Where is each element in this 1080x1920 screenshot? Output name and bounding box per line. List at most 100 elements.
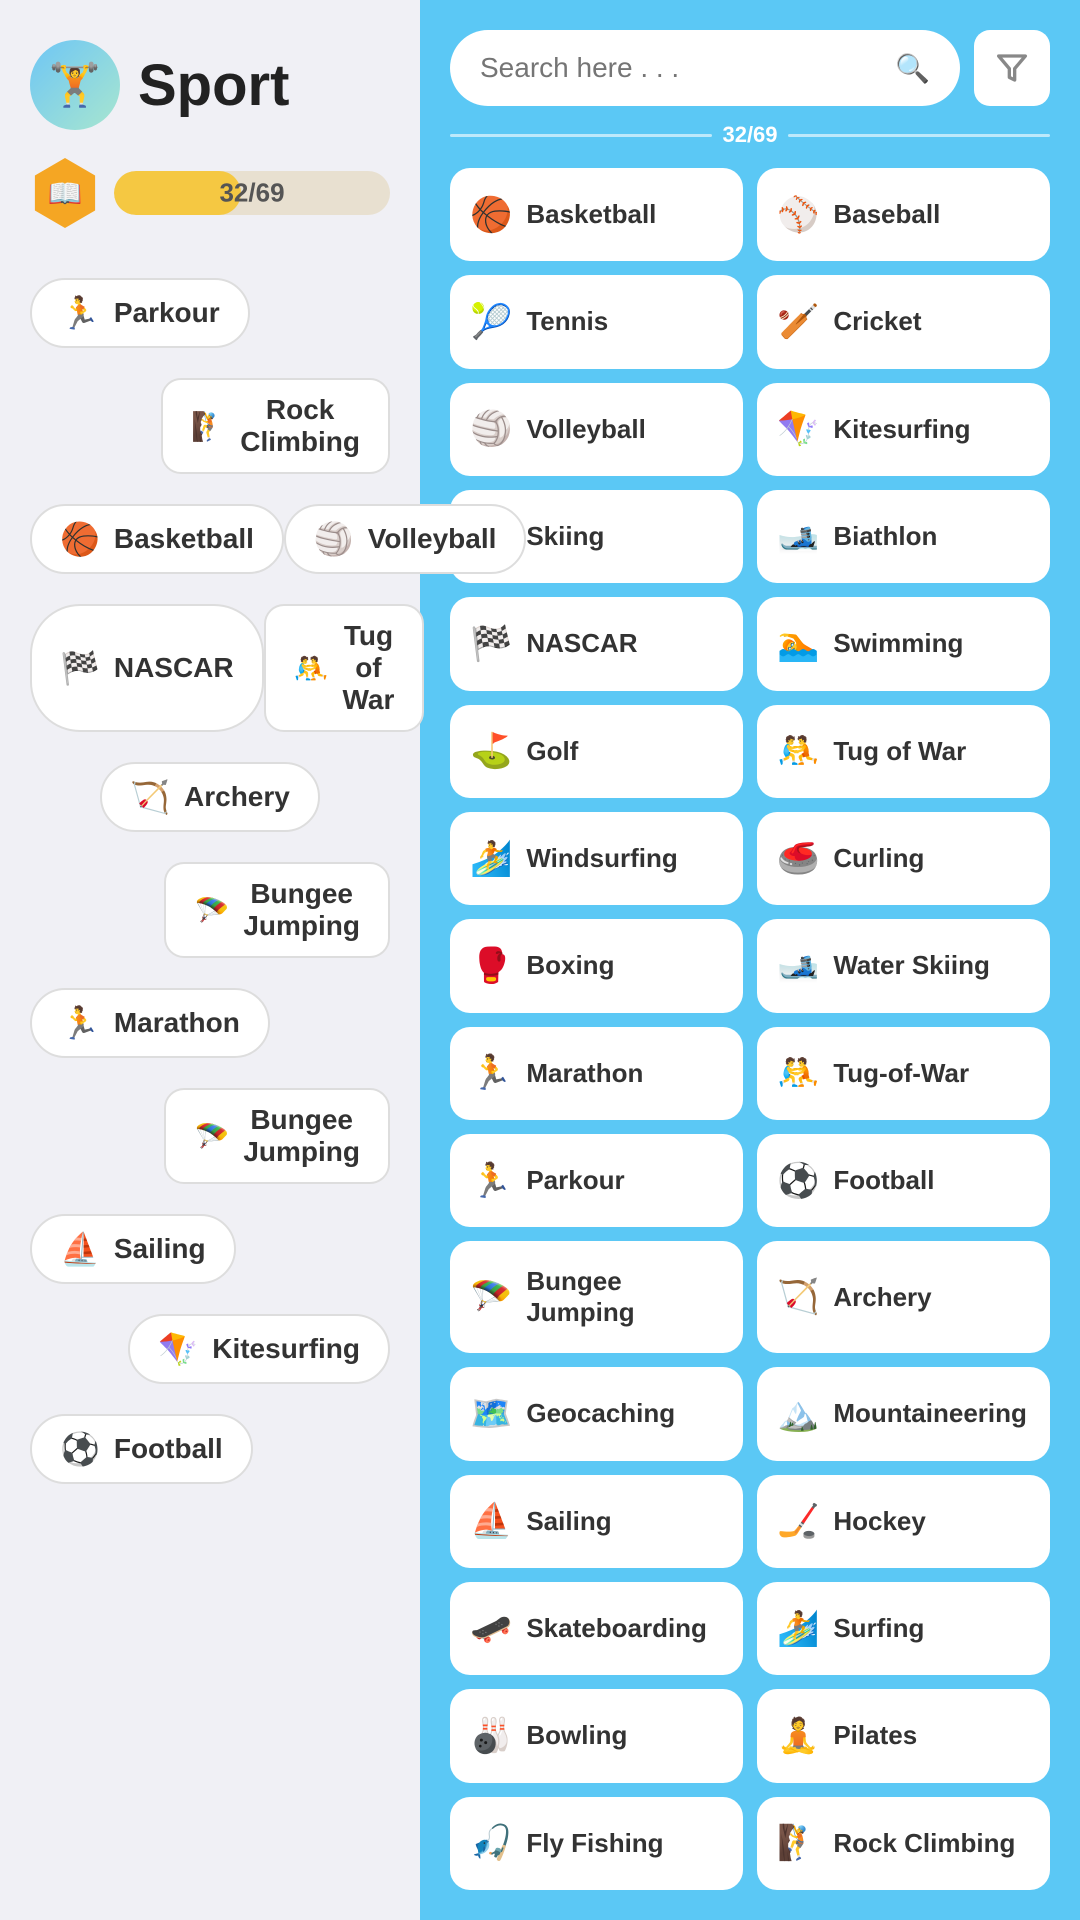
mountaineering-emoji: 🏔️ — [777, 1394, 819, 1434]
bungee-jumping-emoji: 🪂 — [470, 1277, 512, 1317]
rock-climbing-icon: 🧗 — [191, 410, 226, 443]
baseball-label: Baseball — [833, 199, 940, 230]
tug-of-war-label: Tug of War — [833, 736, 966, 767]
grid-item-kitesurfing[interactable]: 🪁Kitesurfing — [757, 383, 1050, 476]
rock-climbing-label: Rock Climbing — [833, 1828, 1015, 1859]
swimming-emoji: 🏊 — [777, 624, 819, 664]
grid-item-volleyball[interactable]: 🏐Volleyball — [450, 383, 743, 476]
grid-item-geocaching[interactable]: 🗺️ Geocaching — [450, 1367, 743, 1460]
left-item-marathon[interactable]: 🏃 Marathon — [30, 988, 270, 1058]
cricket-label: Cricket — [833, 306, 921, 337]
left-item-sailing[interactable]: ⛵ Sailing — [30, 1214, 236, 1284]
parkour-label: Parkour — [114, 297, 220, 329]
grid-item-skateboarding[interactable]: 🛹 Skateboarding — [450, 1582, 743, 1675]
grid-item-curling[interactable]: 🥌Curling — [757, 812, 1050, 905]
grid-item-tennis[interactable]: 🎾Tennis — [450, 275, 743, 368]
grid-item-marathon[interactable]: 🏃Marathon — [450, 1027, 743, 1120]
grid-item-nascar[interactable]: 🏁NASCAR — [450, 597, 743, 690]
fly-fishing-emoji: 🎣 — [470, 1823, 512, 1863]
geocaching-emoji: 🗺️ — [470, 1394, 512, 1434]
grid-item-fly-fishing[interactable]: 🎣 Fly Fishing — [450, 1797, 743, 1890]
rock-climbing-label: RockClimbing — [240, 394, 360, 458]
grid-item-mountaineering[interactable]: 🏔️Mountaineering — [757, 1367, 1050, 1460]
grid-item-rock-climbing[interactable]: 🧗 Rock Climbing — [757, 1797, 1050, 1890]
prog-count: 32/69 — [722, 122, 777, 148]
left-item-basketball[interactable]: 🏀 Basketball — [30, 504, 284, 574]
sailing-emoji: ⛵ — [470, 1501, 512, 1541]
grid-item-surfing[interactable]: 🏄Surfing — [757, 1582, 1050, 1675]
right-panel: 🔍 32/69 🏀 Basketball ⚾ Baseball 🎾Tennis🏏Cric… — [420, 0, 1080, 1920]
skiing-label: Skiing — [526, 521, 604, 552]
grid-item-tug-of-war-2[interactable]: 🤼Tug-of-War — [757, 1027, 1050, 1120]
left-panel: 🏋️ Sport 📖 32/69 🏃 Parkour 🧗 RockClimbin… — [0, 0, 420, 1920]
left-item-archery[interactable]: 🏹 Archery — [100, 762, 320, 832]
basketball-icon: 🏀 — [60, 520, 100, 558]
volleyball-label: Volleyball — [526, 414, 645, 445]
grid-item-pilates[interactable]: 🧘Pilates — [757, 1689, 1050, 1782]
left-item-parkour[interactable]: 🏃 Parkour — [30, 278, 250, 348]
grid-item-tug-of-war[interactable]: 🤼Tug of War — [757, 705, 1050, 798]
archery-icon: 🏹 — [130, 778, 170, 816]
app-title: Sport — [138, 52, 289, 119]
windsurfing-emoji: 🏄 — [470, 839, 512, 879]
grid-item-baseball[interactable]: ⚾ Baseball — [757, 168, 1050, 261]
grid-item-boxing[interactable]: 🥊Boxing — [450, 919, 743, 1012]
left-item-volleyball[interactable]: 🏐 Volleyball — [284, 504, 526, 574]
kitesurfing-label: Kitesurfing — [212, 1333, 360, 1365]
grid-item-swimming[interactable]: 🏊 Swimming — [757, 597, 1050, 690]
search-input[interactable] — [480, 52, 883, 84]
prog-line-right — [788, 134, 1050, 137]
grid-item-windsurfing[interactable]: 🏄Windsurfing — [450, 812, 743, 905]
search-box[interactable]: 🔍 — [450, 30, 960, 106]
progress-icon: 📖 — [30, 158, 100, 228]
parkour-emoji: 🏃 — [470, 1161, 512, 1201]
left-item-tug-of-war[interactable]: 🤼 Tug ofWar — [264, 604, 425, 732]
grid-item-football[interactable]: ⚽Football — [757, 1134, 1050, 1227]
grid-item-archery[interactable]: 🏹Archery — [757, 1241, 1050, 1353]
left-row-2: 🧗 RockClimbing — [30, 378, 390, 474]
left-item-kitesurfing[interactable]: 🪁 Kitesurfing — [128, 1314, 390, 1384]
curling-label: Curling — [833, 843, 924, 874]
rock-climbing-emoji: 🧗 — [777, 1823, 819, 1863]
fly-fishing-label: Fly Fishing — [526, 1828, 663, 1859]
grid-item-parkour[interactable]: 🏃Parkour — [450, 1134, 743, 1227]
left-row-3: 🏀 Basketball 🏐 Volleyball — [30, 504, 390, 574]
left-item-bungee-1[interactable]: 🪂 BungeeJumping — [164, 862, 390, 958]
surfing-label: Surfing — [833, 1613, 924, 1644]
swimming-label: Swimming — [833, 628, 963, 659]
sport-logo: 🏋️ — [30, 40, 120, 130]
left-item-nascar[interactable]: 🏁 NASCAR — [30, 604, 264, 732]
left-item-football[interactable]: ⚽ Football — [30, 1414, 253, 1484]
grid-item-basketball[interactable]: 🏀 Basketball — [450, 168, 743, 261]
bungee-2-label: BungeeJumping — [243, 1104, 360, 1168]
archery-label: Archery — [184, 781, 290, 813]
left-item-bungee-2[interactable]: 🪂 BungeeJumping — [164, 1088, 390, 1184]
geocaching-label: Geocaching — [526, 1398, 675, 1429]
tug-of-war-2-emoji: 🤼 — [777, 1053, 819, 1093]
pilates-label: Pilates — [833, 1720, 917, 1751]
grid-item-bungee-jumping[interactable]: 🪂Bungee Jumping — [450, 1241, 743, 1353]
header-section: 🏋️ Sport — [30, 40, 390, 130]
bungee-1-label: BungeeJumping — [243, 878, 360, 942]
marathon-label: Marathon — [114, 1007, 240, 1039]
grid-item-hockey[interactable]: 🏒Hockey — [757, 1475, 1050, 1568]
nascar-label: NASCAR — [114, 652, 234, 684]
tug-of-war-icon: 🤼 — [294, 652, 329, 685]
filter-button[interactable] — [974, 30, 1050, 106]
grid-item-bowling[interactable]: 🎳Bowling — [450, 1689, 743, 1782]
left-row-9: ⛵ Sailing — [30, 1214, 390, 1284]
left-item-rock-climbing[interactable]: 🧗 RockClimbing — [161, 378, 390, 474]
basketball-label: Basketball — [526, 199, 656, 230]
grid-item-biathlon[interactable]: 🎿Biathlon — [757, 490, 1050, 583]
grid-item-water-skiing[interactable]: 🎿Water Skiing — [757, 919, 1050, 1012]
grid-item-sailing[interactable]: ⛵Sailing — [450, 1475, 743, 1568]
baseball-emoji: ⚾ — [777, 195, 819, 235]
grid-item-golf[interactable]: ⛳Golf — [450, 705, 743, 798]
basketball-emoji: 🏀 — [470, 195, 512, 235]
skateboarding-emoji: 🛹 — [470, 1609, 512, 1649]
bungee-1-icon: 🪂 — [194, 894, 229, 927]
left-items-container: 🏃 Parkour 🧗 RockClimbing 🏀 Basketball 🏐 … — [30, 278, 390, 1484]
marathon-emoji: 🏃 — [470, 1053, 512, 1093]
skateboarding-label: Skateboarding — [526, 1613, 707, 1644]
grid-item-cricket[interactable]: 🏏Cricket — [757, 275, 1050, 368]
